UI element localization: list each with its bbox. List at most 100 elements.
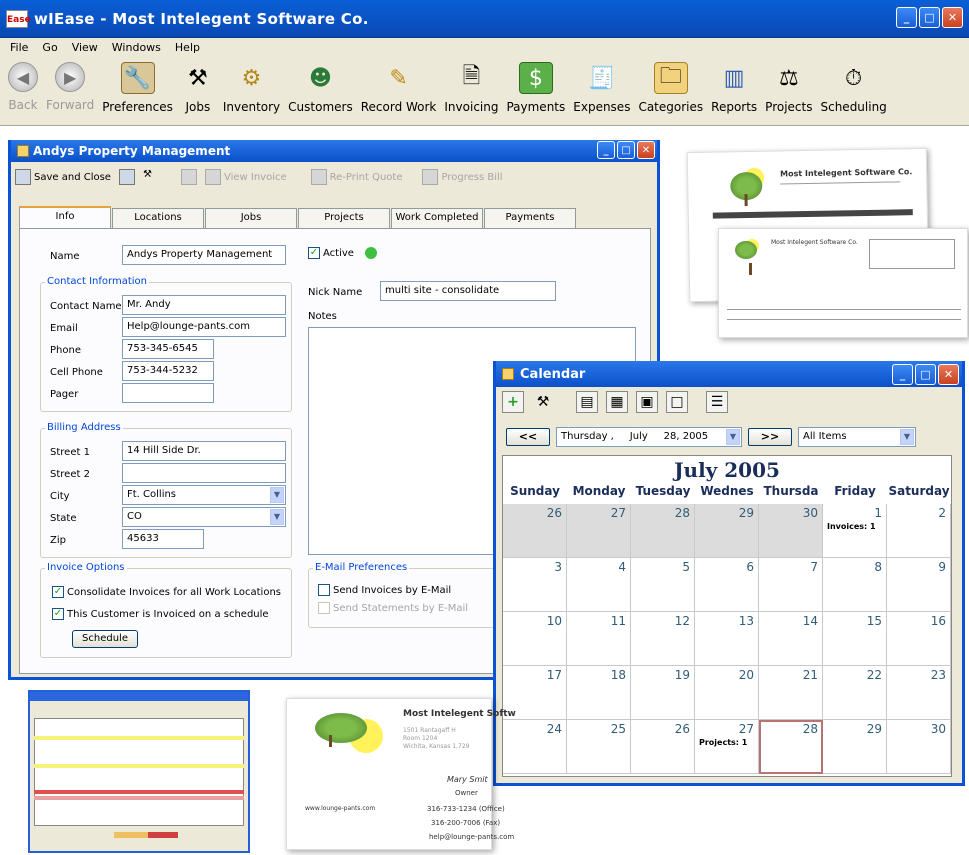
- calendar-day[interactable]: 25: [567, 720, 631, 774]
- email-field[interactable]: Help@lounge-pants.com: [122, 317, 286, 337]
- calendar-day[interactable]: 7: [759, 558, 823, 612]
- save-close-button[interactable]: Save and Close: [15, 169, 111, 185]
- calendar-day[interactable]: 30: [759, 504, 823, 558]
- calendar-day[interactable]: 5: [631, 558, 695, 612]
- month-view-icon[interactable]: ▣: [636, 391, 658, 413]
- calendar-day[interactable]: 18: [567, 666, 631, 720]
- chevron-down-icon[interactable]: ▼: [270, 509, 284, 525]
- add-event-icon[interactable]: +: [502, 391, 524, 413]
- reprint-quote-button[interactable]: Re-Print Quote: [310, 169, 402, 185]
- tab-info[interactable]: Info: [19, 206, 111, 228]
- calendar-day[interactable]: 11: [567, 612, 631, 666]
- zip-field[interactable]: 45633: [122, 529, 204, 549]
- categories-button[interactable]: 🗀 Categories: [638, 56, 703, 114]
- calendar-day[interactable]: 28: [759, 720, 823, 774]
- reports-button[interactable]: ▥ Reports: [711, 56, 757, 115]
- menu-go[interactable]: Go: [42, 41, 57, 54]
- nick-name-field[interactable]: multi site - consolidate: [380, 281, 556, 301]
- year-view-icon[interactable]: □: [666, 391, 688, 413]
- invoiced-on-schedule-checkbox[interactable]: ✓ This Customer is Invoiced on a schedul…: [52, 608, 269, 620]
- calendar-day[interactable]: 27 Projects: 1: [695, 720, 759, 774]
- calendar-day[interactable]: 4: [567, 558, 631, 612]
- tab-locations[interactable]: Locations: [112, 208, 204, 228]
- calendar-day[interactable]: 26: [503, 504, 567, 558]
- jobs-button[interactable]: ⚒ Jobs: [181, 56, 215, 115]
- active-checkbox[interactable]: ✓ Active: [308, 247, 377, 259]
- calendar-day[interactable]: 2: [887, 504, 951, 558]
- name-field[interactable]: Andys Property Management: [122, 245, 286, 265]
- menu-view[interactable]: View: [72, 41, 98, 54]
- calendar-day[interactable]: 8: [823, 558, 887, 612]
- menu-windows[interactable]: Windows: [112, 41, 161, 54]
- view-invoice-button[interactable]: View Invoice: [204, 169, 287, 185]
- prev-month-button[interactable]: <<: [506, 428, 550, 446]
- projects-button[interactable]: ⚖ Projects: [765, 56, 812, 115]
- inventory-button[interactable]: ⚙ Inventory: [223, 56, 280, 115]
- calendar-day[interactable]: 29: [823, 720, 887, 774]
- pager-field[interactable]: [122, 383, 214, 403]
- day-event[interactable]: Invoices: 1: [827, 522, 876, 531]
- street2-field[interactable]: [122, 463, 286, 483]
- menu-file[interactable]: File: [10, 41, 28, 54]
- list-view-icon[interactable]: ☰: [706, 391, 728, 413]
- calendar-day[interactable]: 9: [887, 558, 951, 612]
- maximize-button[interactable]: □: [617, 141, 635, 159]
- week-view-icon[interactable]: ▦: [606, 391, 628, 413]
- calendar-day[interactable]: 13: [695, 612, 759, 666]
- maximize-button[interactable]: □: [919, 7, 940, 28]
- calendar-day[interactable]: 20: [695, 666, 759, 720]
- binoculars-icon[interactable]: [118, 169, 135, 185]
- calendar-day[interactable]: 21: [759, 666, 823, 720]
- tab-payments[interactable]: Payments: [484, 208, 576, 228]
- maximize-button[interactable]: □: [915, 364, 936, 385]
- calendar-day[interactable]: 16: [887, 612, 951, 666]
- consolidate-invoices-checkbox[interactable]: ✓ Consolidate Invoices for all Work Loca…: [52, 586, 281, 598]
- hammer-icon[interactable]: ⚒: [143, 169, 159, 185]
- send-statements-email-checkbox[interactable]: Send Statements by E-Mail: [318, 602, 468, 614]
- calendar-day[interactable]: 27: [567, 504, 631, 558]
- invoicing-button[interactable]: 🗎 Invoicing: [444, 56, 498, 114]
- chevron-down-icon[interactable]: ▼: [270, 487, 284, 503]
- chevron-down-icon[interactable]: ▼: [900, 429, 914, 445]
- chevron-down-icon[interactable]: ▼: [726, 429, 740, 445]
- minimize-button[interactable]: _: [892, 364, 913, 385]
- minimize-button[interactable]: _: [896, 7, 917, 28]
- calculator-icon[interactable]: [180, 169, 197, 185]
- preferences-button[interactable]: 🔧 Preferences: [102, 56, 173, 114]
- minimize-button[interactable]: _: [597, 141, 615, 159]
- calendar-day[interactable]: 28: [631, 504, 695, 558]
- next-month-button[interactable]: >>: [748, 428, 792, 446]
- menu-help[interactable]: Help: [175, 41, 200, 54]
- tab-projects[interactable]: Projects: [298, 208, 390, 228]
- filter-select[interactable]: All Items ▼: [798, 427, 916, 447]
- forward-button[interactable]: ▶ Forward: [46, 56, 94, 112]
- customers-button[interactable]: ☻ Customers: [288, 56, 353, 115]
- payments-button[interactable]: $ Payments: [506, 56, 565, 114]
- close-button[interactable]: ✕: [938, 364, 959, 385]
- record-work-button[interactable]: ✎ Record Work: [361, 56, 437, 115]
- calendar-day[interactable]: 22: [823, 666, 887, 720]
- calendar-day[interactable]: 10: [503, 612, 567, 666]
- contact-name-field[interactable]: Mr. Andy: [122, 295, 286, 315]
- progress-bill-button[interactable]: Progress Bill: [422, 169, 503, 185]
- send-invoices-email-checkbox[interactable]: Send Invoices by E-Mail: [318, 584, 451, 596]
- tab-jobs[interactable]: Jobs: [205, 208, 297, 228]
- day-event[interactable]: Projects: 1: [699, 738, 747, 747]
- cell-phone-field[interactable]: 753-344-5232: [122, 361, 214, 381]
- calendar-day[interactable]: 6: [695, 558, 759, 612]
- calendar-day[interactable]: 29: [695, 504, 759, 558]
- tab-work-completed[interactable]: Work Completed: [391, 208, 483, 228]
- back-button[interactable]: ◀ Back: [8, 56, 38, 112]
- day-view-icon[interactable]: ▤: [576, 391, 598, 413]
- city-select[interactable]: Ft. Collins ▼: [122, 485, 286, 505]
- calendar-day[interactable]: 14: [759, 612, 823, 666]
- tools-icon[interactable]: ⚒: [532, 391, 554, 413]
- scheduling-button[interactable]: ⏱ Scheduling: [820, 56, 886, 115]
- street1-field[interactable]: 14 Hill Side Dr.: [122, 441, 286, 461]
- close-button[interactable]: ✕: [637, 141, 655, 159]
- calendar-day[interactable]: 24: [503, 720, 567, 774]
- phone-field[interactable]: 753-345-6545: [122, 339, 214, 359]
- calendar-day[interactable]: 3: [503, 558, 567, 612]
- calendar-day[interactable]: 15: [823, 612, 887, 666]
- calendar-day[interactable]: 12: [631, 612, 695, 666]
